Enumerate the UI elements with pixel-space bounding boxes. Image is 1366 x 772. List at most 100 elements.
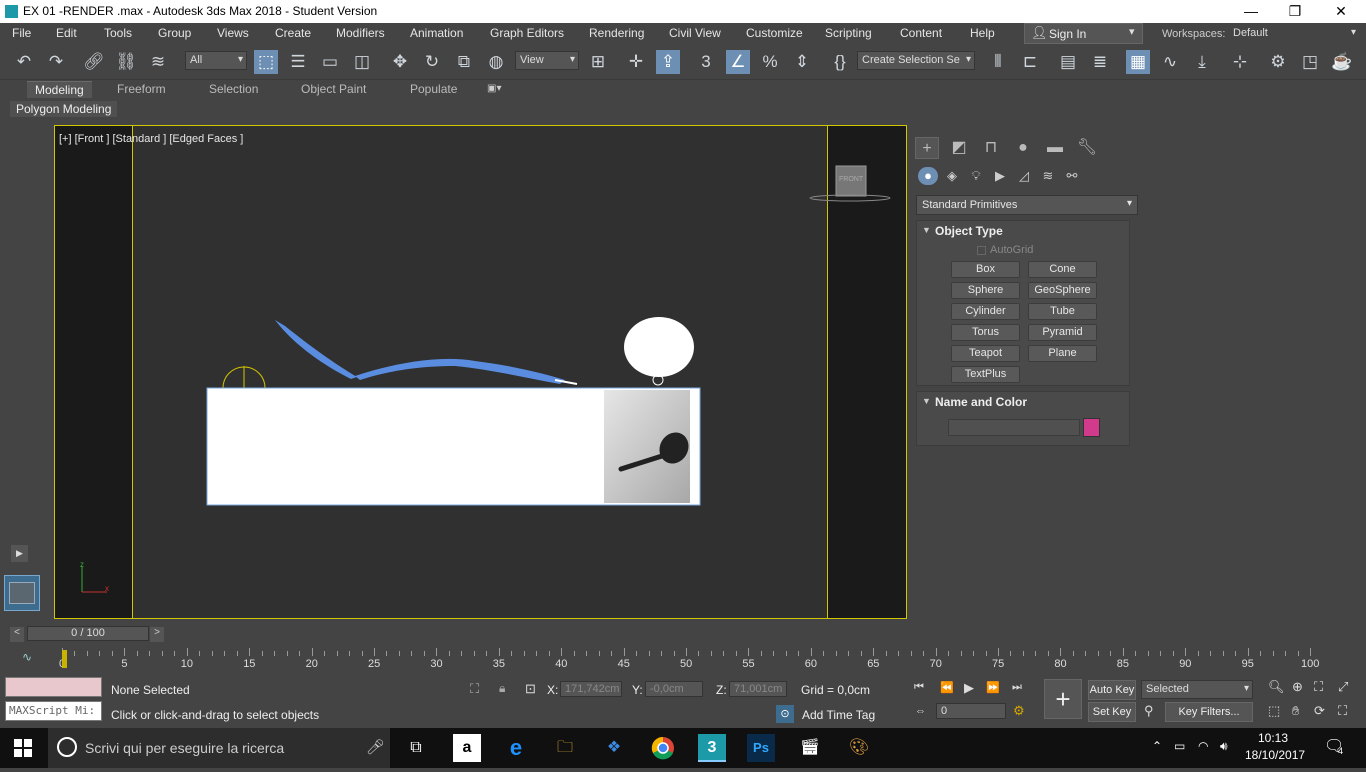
clock-date[interactable]: 18/10/2017 [1245, 748, 1305, 762]
polygon-modeling-panel[interactable]: Polygon Modeling [10, 101, 118, 117]
autogrid-checkbox[interactable] [977, 246, 986, 255]
prev-frame-icon[interactable]: < [10, 627, 24, 642]
key-filters-icon[interactable]: ⚲ [1144, 703, 1154, 719]
utilities-tab-icon[interactable]: 🔧︎ [1075, 137, 1099, 159]
edge-icon[interactable]: e [502, 734, 530, 762]
menu-views[interactable]: Views [217, 26, 249, 40]
named-selection-dropdown[interactable]: Create Selection Se [857, 51, 975, 70]
chrome-icon[interactable] [649, 734, 677, 762]
menu-modifiers[interactable]: Modifiers [336, 26, 385, 40]
menu-content[interactable]: Content [900, 26, 942, 40]
align-icon[interactable]: ⊏ [1018, 50, 1042, 74]
tab-freeform[interactable]: Freeform [117, 82, 166, 96]
rendered-frame-window-icon[interactable]: ◳ [1298, 50, 1322, 74]
hierarchy-tab-icon[interactable]: ⊓ [979, 137, 1003, 159]
goto-start-icon[interactable]: ⏮ [914, 681, 924, 694]
zoom-extents-icon[interactable]: ⛶ [1314, 679, 1323, 695]
tab-selection[interactable]: Selection [209, 82, 258, 96]
movie-maker-icon[interactable]: 🎬︎ [796, 734, 824, 762]
y-coordinate[interactable]: -0,0cm [645, 681, 703, 697]
rotate-icon[interactable]: ↻ [420, 50, 444, 74]
time-slider-thumb[interactable]: 0 / 100 [27, 626, 149, 641]
front-viewport[interactable]: [+] [Front ] [Standard ] [Edged Faces ] … [54, 125, 907, 619]
unlink-icon[interactable]: ⛓ [114, 50, 138, 74]
schematic-view-icon[interactable]: ⤓ [1190, 50, 1214, 74]
tab-object-paint[interactable]: Object Paint [301, 82, 366, 96]
window-crossing-icon[interactable]: ◫ [350, 50, 374, 74]
edit-named-selection-icon[interactable]: {} [828, 50, 852, 74]
link-icon[interactable]: 🔗︎ [82, 50, 106, 74]
mirror-icon[interactable]: ⫴ [986, 50, 1010, 74]
minimize-button[interactable]: — [1228, 0, 1274, 23]
box-button[interactable]: Box [951, 261, 1020, 278]
torus-button[interactable]: Torus [951, 324, 1020, 341]
cylinder-button[interactable]: Cylinder [951, 303, 1020, 320]
windows-start-icon[interactable] [14, 739, 32, 757]
name-and-color-title[interactable]: Name and Color [935, 395, 1027, 409]
tab-modeling[interactable]: Modeling [27, 81, 92, 98]
menu-rendering[interactable]: Rendering [589, 26, 644, 40]
reference-coordinate-dropdown[interactable]: View [515, 51, 579, 70]
textplus-button[interactable]: TextPlus [951, 366, 1020, 383]
sphere-button[interactable]: Sphere [951, 282, 1020, 299]
time-cursor[interactable] [62, 650, 67, 668]
motion-tab-icon[interactable]: ● [1011, 137, 1035, 159]
menu-customize[interactable]: Customize [746, 26, 803, 40]
teapot-button[interactable]: Teapot [951, 345, 1020, 362]
toggle-ribbon-icon[interactable]: ≣ [1088, 50, 1112, 74]
menu-group[interactable]: Group [158, 26, 191, 40]
menu-create[interactable]: Create [275, 26, 311, 40]
z-coordinate[interactable]: 71,001cm [729, 681, 787, 697]
selection-filter-dropdown[interactable]: All [185, 51, 247, 70]
geosphere-button[interactable]: GeoSphere [1028, 282, 1097, 299]
auto-key-button[interactable]: Auto Key [1088, 680, 1136, 700]
object-name-input[interactable] [948, 419, 1080, 436]
menu-graph-editors[interactable]: Graph Editors [490, 26, 564, 40]
key-mode-toggle-icon[interactable]: ⇔ [915, 705, 926, 717]
volume-icon[interactable]: 🔊︎ [1220, 739, 1228, 754]
microphone-icon[interactable]: 🎤︎ [366, 738, 385, 756]
key-selection-dropdown[interactable]: Selected [1141, 680, 1253, 699]
spinner-snap-icon[interactable]: ⇕ [790, 50, 814, 74]
prev-key-icon[interactable]: ⏪ [940, 681, 954, 694]
select-by-name-icon[interactable]: ☰ [286, 50, 310, 74]
place-icon[interactable]: ◍ [484, 50, 508, 74]
collapse-icon[interactable]: ▼ [922, 396, 931, 406]
isolate-selection-icon[interactable]: ⛶ [470, 681, 479, 697]
pan-view-icon[interactable]: ✋︎ [1292, 703, 1299, 719]
menu-tools[interactable]: Tools [104, 26, 132, 40]
pivot-center-icon[interactable]: ⊞ [586, 50, 610, 74]
ribbon-options-icon[interactable]: ▣▾ [487, 83, 511, 97]
set-key-button[interactable]: Set Key [1088, 702, 1136, 722]
key-filters-button[interactable]: Key Filters... [1165, 702, 1253, 722]
helpers-icon[interactable]: ◿ [1014, 167, 1034, 185]
display-tab-icon[interactable]: ▬ [1043, 137, 1067, 159]
menu-scripting[interactable]: Scripting [825, 26, 872, 40]
play-icon[interactable]: ▶ [964, 680, 974, 696]
object-type-title[interactable]: Object Type [935, 224, 1003, 238]
keyboard-shortcut-override-icon[interactable]: ⇪ [656, 50, 680, 74]
undo-icon[interactable]: ↶ [12, 50, 36, 74]
maxscript-input[interactable]: MAXScript Mi: [5, 701, 102, 721]
viewport-layout-thumbnail[interactable] [4, 575, 40, 611]
zoom-all-icon[interactable]: ⊕ [1292, 679, 1303, 695]
layer-explorer-icon[interactable]: ▤ [1056, 50, 1080, 74]
absolute-mode-icon[interactable]: ⊡ [525, 681, 536, 697]
modify-tab-icon[interactable]: ◩ [947, 137, 971, 159]
file-explorer-icon[interactable]: 🗀︎ [551, 734, 579, 762]
time-configuration-icon[interactable]: ⚙ [1013, 703, 1025, 719]
percent-snap-icon[interactable]: % [758, 50, 782, 74]
snaps-toggle-icon[interactable]: 3 [694, 50, 718, 74]
cone-button[interactable]: Cone [1028, 261, 1097, 278]
add-time-tag[interactable]: Add Time Tag [802, 708, 875, 722]
shapes-icon[interactable]: ◈ [942, 167, 962, 185]
3dsmax-icon[interactable]: 3 [698, 734, 726, 762]
render-production-icon[interactable]: ☕ [1330, 50, 1354, 74]
menu-civil-view[interactable]: Civil View [669, 26, 721, 40]
next-frame-icon[interactable]: > [150, 627, 164, 642]
tab-populate[interactable]: Populate [410, 82, 457, 96]
angle-snap-icon[interactable]: ∠ [726, 50, 750, 74]
plane-button[interactable]: Plane [1028, 345, 1097, 362]
cameras-icon[interactable]: ▶ [990, 167, 1010, 185]
menu-file[interactable]: File [12, 26, 31, 40]
